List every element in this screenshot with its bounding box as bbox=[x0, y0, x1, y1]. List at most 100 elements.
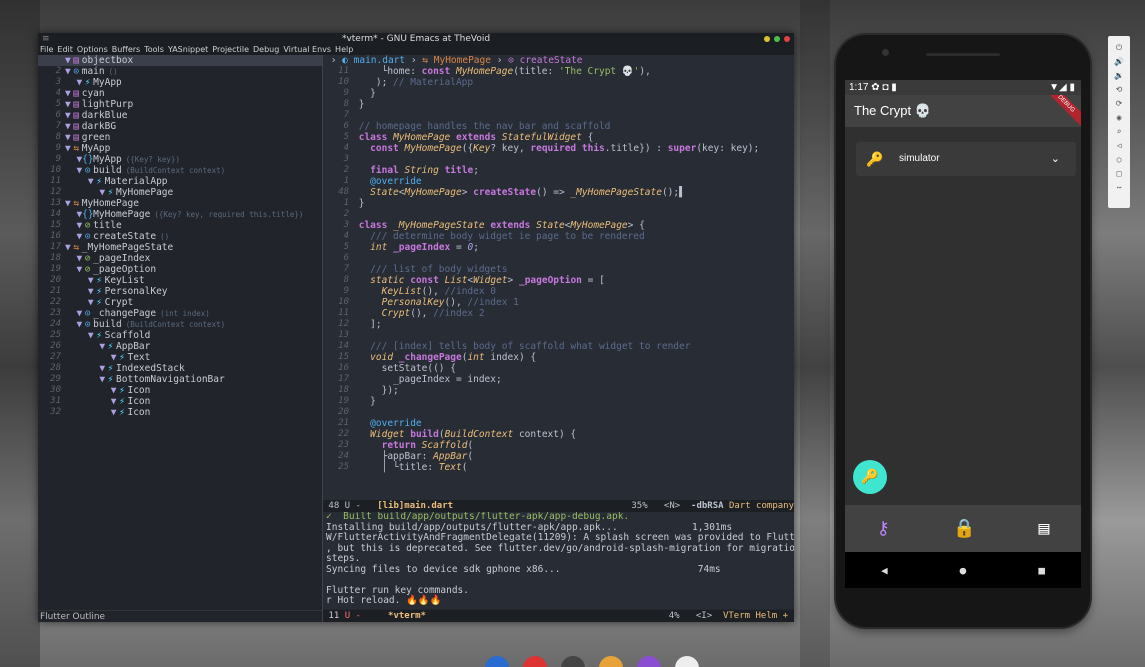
rotate-right-icon[interactable]: ⟳ bbox=[1116, 98, 1123, 110]
outline-item[interactable]: 29 ▼ ⚡ BottomNavigationBar bbox=[38, 374, 322, 385]
expand-arrow-icon[interactable]: ▼ bbox=[65, 341, 105, 352]
expand-arrow-icon[interactable]: ▼ bbox=[65, 297, 94, 308]
outline-item[interactable]: 31 ▼ ⚡ Icon bbox=[38, 396, 322, 407]
maximize-button[interactable] bbox=[774, 36, 780, 42]
outline-item[interactable]: 24 ▼ ⊙ build (BuildContext context) bbox=[38, 319, 322, 330]
dock-app-icon[interactable] bbox=[599, 656, 623, 667]
code-line[interactable]: 1 } bbox=[323, 198, 794, 209]
menu-projectile[interactable]: Projectile bbox=[212, 45, 249, 55]
window-menu-icon[interactable]: ≡ bbox=[42, 33, 50, 45]
expand-arrow-icon[interactable]: ▼ bbox=[65, 165, 82, 176]
power-icon[interactable]: ⏻ bbox=[1116, 42, 1122, 54]
expand-arrow-icon[interactable]: ▼ bbox=[65, 77, 82, 88]
menu-yasnippet[interactable]: YASnippet bbox=[168, 45, 208, 55]
outline-item[interactable]: 9 ▼{} MyApp ({Key? key}) bbox=[38, 154, 322, 165]
outline-item[interactable]: 15 ▼ ⊘ title bbox=[38, 220, 322, 231]
expand-arrow-icon[interactable]: ▼ bbox=[65, 231, 82, 242]
code-line[interactable]: 4 const MyHomePage({Key? key, required t… bbox=[323, 143, 794, 154]
expand-arrow-icon[interactable]: ▼ bbox=[65, 363, 105, 374]
outline-item[interactable]: 14 ▼{} MyHomePage ({Key? key, required thi… bbox=[38, 209, 322, 220]
outline-item[interactable]: 11 ▼ ⚡ MaterialApp bbox=[38, 176, 322, 187]
code-line[interactable]: 7 bbox=[323, 110, 794, 121]
expand-arrow-icon[interactable]: ▼ bbox=[65, 385, 117, 396]
outline-item[interactable]: 12 ▼ ⚡ MyHomePage bbox=[38, 187, 322, 198]
dock-app-icon[interactable] bbox=[523, 656, 547, 667]
expand-arrow-icon[interactable]: ▼ bbox=[65, 209, 82, 220]
outline-item[interactable]: 26 ▼ ⚡ AppBar bbox=[38, 341, 322, 352]
expand-arrow-icon[interactable]: ▼ bbox=[65, 187, 105, 198]
nav-lock-icon[interactable]: 🔒 bbox=[953, 518, 975, 539]
outline-item[interactable]: 22 ▼ ⚡ Crypt bbox=[38, 297, 322, 308]
outline-item[interactable]: 28 ▼ ⚡ IndexedStack bbox=[38, 363, 322, 374]
back-icon[interactable]: ◀ bbox=[881, 564, 888, 577]
vterm-terminal[interactable]: ✓ Built build/app/outputs/flutter-apk/ap… bbox=[323, 512, 794, 609]
code-line[interactable]: 6 bbox=[323, 253, 794, 264]
back-icon[interactable]: ◁ bbox=[1117, 140, 1122, 152]
menu-buffers[interactable]: Buffers bbox=[112, 45, 140, 55]
expand-arrow-icon[interactable]: ▼ bbox=[65, 253, 82, 264]
outline-item[interactable]: 20 ▼ ⚡ KeyList bbox=[38, 275, 322, 286]
code-line[interactable]: 23 return Scaffold( bbox=[323, 440, 794, 451]
outline-item[interactable]: 6 ▼ ▤ darkBlue bbox=[38, 110, 322, 121]
code-line[interactable]: 11 Crypt(), //index 2 bbox=[323, 308, 794, 319]
expand-arrow-icon[interactable]: ▼ bbox=[65, 330, 94, 341]
outline-item[interactable]: ▼ ▤ objectbox bbox=[38, 55, 322, 66]
code-line[interactable]: 15 void _changePage(int index) { bbox=[323, 352, 794, 363]
outline-item[interactable]: 30 ▼ ⚡ Icon bbox=[38, 385, 322, 396]
menu-virtual-envs[interactable]: Virtual Envs bbox=[283, 45, 331, 55]
menu-tools[interactable]: Tools bbox=[144, 45, 164, 55]
menu-debug[interactable]: Debug bbox=[253, 45, 279, 55]
nav-message-icon[interactable]: ▤ bbox=[1039, 518, 1050, 539]
outline-item[interactable]: 25 ▼ ⚡ Scaffold bbox=[38, 330, 322, 341]
code-line[interactable]: 12 ]; bbox=[323, 319, 794, 330]
home-icon[interactable]: ● bbox=[960, 564, 967, 577]
outline-item[interactable]: 13 ▼ ⇆ MyHomePage bbox=[38, 198, 322, 209]
outline-item[interactable]: 18 ▼ ⊘ _pageIndex bbox=[38, 253, 322, 264]
outline-item[interactable]: 8 ▼ ▤ green bbox=[38, 132, 322, 143]
code-line[interactable]: 10 ); // MaterialApp bbox=[323, 77, 794, 88]
outline-item[interactable]: 27 ▼ ⚡ Text bbox=[38, 352, 322, 363]
expand-arrow-icon[interactable]: ▼ bbox=[65, 352, 117, 363]
outline-item[interactable]: 9 ▼ ⇆ MyApp bbox=[38, 143, 322, 154]
dock-app-icon[interactable] bbox=[561, 656, 585, 667]
volume-up-icon[interactable]: 🔊 bbox=[1114, 56, 1124, 68]
code-line[interactable]: 8 } bbox=[323, 99, 794, 110]
code-line[interactable]: 2 final String title; bbox=[323, 165, 794, 176]
code-line[interactable]: 1 @override bbox=[323, 176, 794, 187]
expand-arrow-icon[interactable]: ▼ bbox=[65, 176, 94, 187]
flutter-outline-pane[interactable]: ▼ ▤ objectbox 2 ▼ ⊙ main() 3 ▼ ⚡ MyApp 4 ▼ ▤ cyan 5 ▼ ▤ l… bbox=[38, 55, 322, 610]
zoom-icon[interactable]: ⌕ bbox=[1117, 126, 1122, 138]
more-icon[interactable]: ⋯ bbox=[1117, 182, 1122, 194]
expand-arrow-icon[interactable]: ▼ bbox=[65, 154, 82, 165]
home-icon[interactable]: ○ bbox=[1117, 154, 1122, 166]
code-line[interactable]: 5 class MyHomePage extends StatefulWidge… bbox=[323, 132, 794, 143]
code-line[interactable]: 5 int _pageIndex = 0; bbox=[323, 242, 794, 253]
code-line[interactable]: 48 State<MyHomePage> createState() => _M… bbox=[323, 187, 794, 198]
chevron-down-icon[interactable]: ⌄ bbox=[1051, 142, 1060, 176]
outline-item[interactable]: 10 ▼ ⊙ build (BuildContext context) bbox=[38, 165, 322, 176]
nav-key-icon[interactable]: ⚷ bbox=[877, 518, 890, 539]
outline-item[interactable]: 5 ▼ ▤ lightPurp bbox=[38, 99, 322, 110]
code-line[interactable]: 17 _pageIndex = index; bbox=[323, 374, 794, 385]
outline-item[interactable]: 7 ▼ ▤ darkBG bbox=[38, 121, 322, 132]
outline-item[interactable]: 2 ▼ ⊙ main() bbox=[38, 66, 322, 77]
code-line[interactable]: 9 } bbox=[323, 88, 794, 99]
expand-arrow-icon[interactable]: ▼ bbox=[65, 319, 82, 330]
code-line[interactable]: 2 bbox=[323, 209, 794, 220]
code-line[interactable]: 24 ├appBar: AppBar( bbox=[323, 451, 794, 462]
overview-icon[interactable]: □ bbox=[1117, 168, 1122, 180]
key-dropdown[interactable]: 🔑 simulator ⌄ bbox=[856, 142, 1076, 176]
code-line[interactable]: 25 │ └title: Text( bbox=[323, 462, 794, 473]
menu-options[interactable]: Options bbox=[77, 45, 108, 55]
code-lines[interactable]: 11 └home: const MyHomePage(title: 'The C… bbox=[323, 66, 794, 473]
outline-item[interactable]: 17 ▼ ⇆ _MyHomePageState bbox=[38, 242, 322, 253]
breadcrumb-method[interactable]: createState bbox=[520, 55, 583, 66]
code-line[interactable]: 18 }); bbox=[323, 385, 794, 396]
rotate-left-icon[interactable]: ⟲ bbox=[1116, 84, 1123, 96]
expand-arrow-icon[interactable]: ▼ bbox=[65, 220, 82, 231]
outline-item[interactable]: 3 ▼ ⚡ MyApp bbox=[38, 77, 322, 88]
expand-arrow-icon[interactable]: ▼ bbox=[65, 407, 117, 418]
breadcrumb-file[interactable]: main.dart bbox=[354, 55, 405, 66]
code-line[interactable]: 3 class _MyHomePageState extends State<M… bbox=[323, 220, 794, 231]
modeline-major-mode[interactable]: Dart company bbox=[729, 501, 794, 511]
